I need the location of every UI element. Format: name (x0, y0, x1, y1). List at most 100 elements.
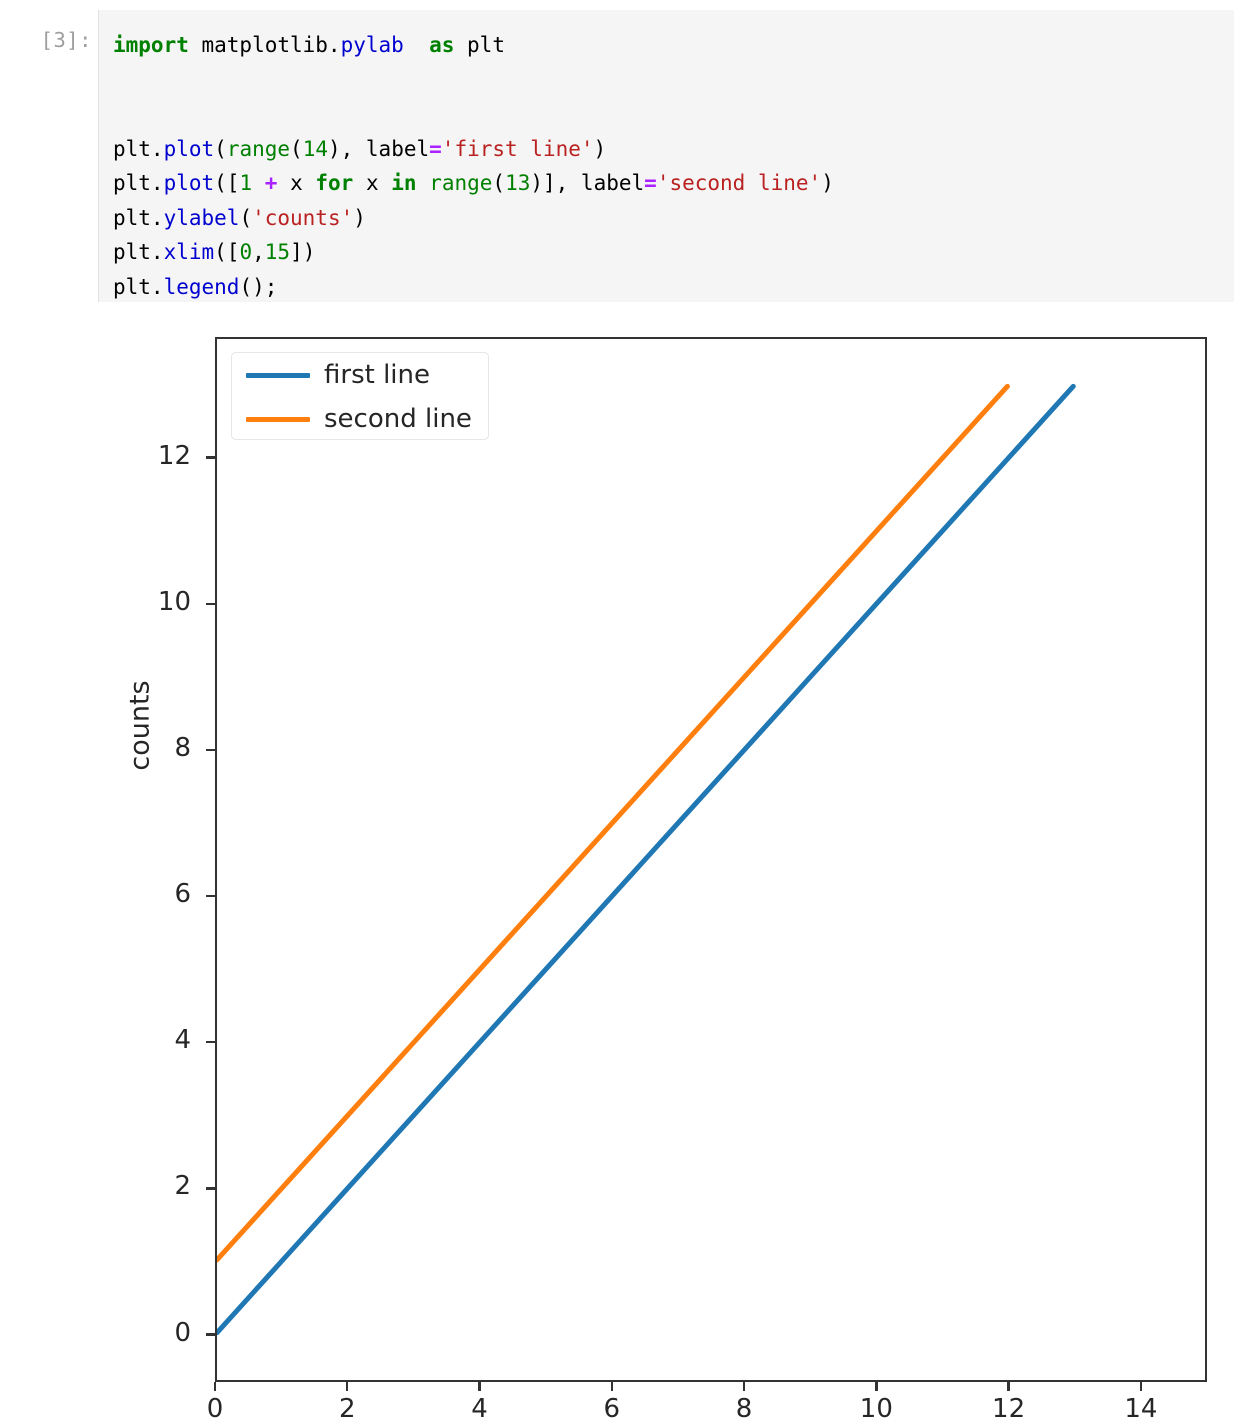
y-axis-tick-label: 10 (157, 586, 191, 617)
code-token: x (353, 171, 392, 195)
code-token: plot (163, 136, 215, 161)
plot-data-canvas (217, 339, 1205, 1380)
code-line: plt.plot(range(14), label='first line') (113, 132, 834, 167)
code-token: plt. (113, 240, 164, 264)
y-axis-tick-label: 4 (174, 1025, 191, 1056)
x-axis-tick-mark (346, 1382, 349, 1391)
legend-item: second line (232, 397, 488, 441)
code-token: plt. (113, 171, 164, 195)
x-axis-tick-label: 6 (603, 1394, 621, 1424)
code-token: matplotlib. (188, 33, 341, 57)
code-line: plt.plot([1 + x for x in range(13)], lab… (113, 166, 834, 201)
code-line: plt.xlim([0,15]) (113, 235, 834, 270)
code-token: = (644, 171, 657, 195)
x-axis-tick-label: 2 (338, 1394, 356, 1424)
code-token: 'counts' (252, 205, 354, 230)
code-token: plt (454, 33, 505, 57)
y-axis-tick-label: 2 (174, 1171, 191, 1202)
notebook-code-cell[interactable]: [3]: import matplotlib.pylab as plt plt.… (0, 0, 1234, 312)
code-token: plt. (113, 136, 164, 161)
code-token: 'first line' (441, 136, 594, 161)
code-token: in (391, 171, 417, 195)
code-token: ) (593, 136, 607, 161)
x-axis-tick-label: 8 (735, 1394, 753, 1424)
matplotlib-figure-output: counts 0 2 4 6 8 10 12 0 2 4 6 8 10 12 14 first line s… (0, 312, 1234, 1424)
code-token: as (429, 33, 455, 57)
code-token: legend (163, 274, 240, 299)
code-token: plot (163, 171, 215, 195)
code-token: 13 (505, 171, 531, 195)
code-token: ) (353, 205, 366, 230)
cell-execution-prompt: [3]: (40, 28, 92, 52)
legend-color-swatch (246, 417, 310, 422)
y-axis-tick-label: 12 (157, 440, 191, 471)
y-axis-tick-mark (206, 1187, 215, 1190)
code-token: 14 (302, 136, 328, 161)
code-token: range (226, 136, 291, 161)
x-axis-tick-mark (213, 1382, 217, 1391)
code-token: ( (290, 136, 303, 161)
code-token: xlim (163, 240, 215, 264)
y-axis-tick-label: 6 (174, 879, 191, 910)
code-token: plt. (113, 205, 164, 230)
code-token: pylab (340, 33, 404, 57)
y-axis-tick-mark (206, 894, 215, 898)
code-line: plt.ylabel('counts') (113, 201, 834, 236)
x-axis-tick-mark (478, 1382, 481, 1391)
code-token: plt. (113, 274, 164, 299)
x-axis-tick-mark (742, 1382, 746, 1391)
y-axis-tick-mark (206, 1333, 215, 1336)
series-line (217, 386, 1073, 1332)
code-token: ([ (214, 240, 240, 264)
code-token: ( (492, 171, 506, 195)
x-axis-tick-label: 10 (859, 1394, 893, 1424)
code-token: import (113, 33, 189, 57)
chart-legend: first line second line (231, 352, 489, 440)
code-source-text: import matplotlib.pylab as plt plt.plot(… (113, 28, 834, 304)
legend-item-label: first line (324, 360, 430, 390)
y-axis-tick-mark (206, 748, 215, 752)
code-token: for (315, 171, 354, 195)
x-axis-tick-mark (875, 1382, 878, 1391)
code-editor-surface[interactable]: import matplotlib.pylab as plt plt.plot(… (98, 10, 1234, 302)
code-token: ]) (290, 240, 316, 264)
code-token: , (252, 240, 265, 264)
x-axis-tick-mark (1139, 1382, 1143, 1391)
x-axis-tick-label: 14 (1124, 1394, 1158, 1424)
legend-color-swatch (246, 373, 310, 378)
y-axis-tick-label: 8 (174, 732, 191, 763)
y-axis-tick-label: 0 (174, 1317, 191, 1348)
legend-item-label: second line (324, 404, 472, 434)
code-token: 1 (239, 171, 253, 195)
code-token: 0 (239, 240, 253, 264)
x-axis-tick-label: 12 (992, 1394, 1026, 1424)
code-line: plt.legend(); (113, 270, 834, 305)
code-token: ) (821, 171, 834, 195)
code-token: ylabel (163, 205, 240, 230)
code-token: 15 (264, 240, 291, 264)
x-axis-tick-mark (610, 1382, 613, 1391)
code-token: 'second line' (656, 171, 822, 195)
code-token: + (264, 171, 278, 195)
code-token: (); (239, 274, 278, 299)
code-line: import matplotlib.pylab as plt (113, 28, 834, 63)
code-token: )], label (530, 171, 645, 195)
code-token: range (429, 171, 493, 195)
y-axis-label: counts (124, 680, 156, 771)
y-axis-tick-mark (206, 602, 215, 605)
code-token: ([ (214, 171, 240, 195)
code-token: = (429, 136, 442, 161)
x-axis-tick-label: 0 (206, 1394, 224, 1424)
code-token: x (277, 171, 316, 195)
series-line (217, 386, 1007, 1260)
code-token: ), label (327, 136, 430, 161)
plot-axes-frame: first line second line (215, 337, 1207, 1382)
x-axis-tick-mark (1007, 1382, 1010, 1391)
legend-item: first line (232, 353, 488, 397)
x-axis-tick-label: 4 (471, 1394, 488, 1424)
